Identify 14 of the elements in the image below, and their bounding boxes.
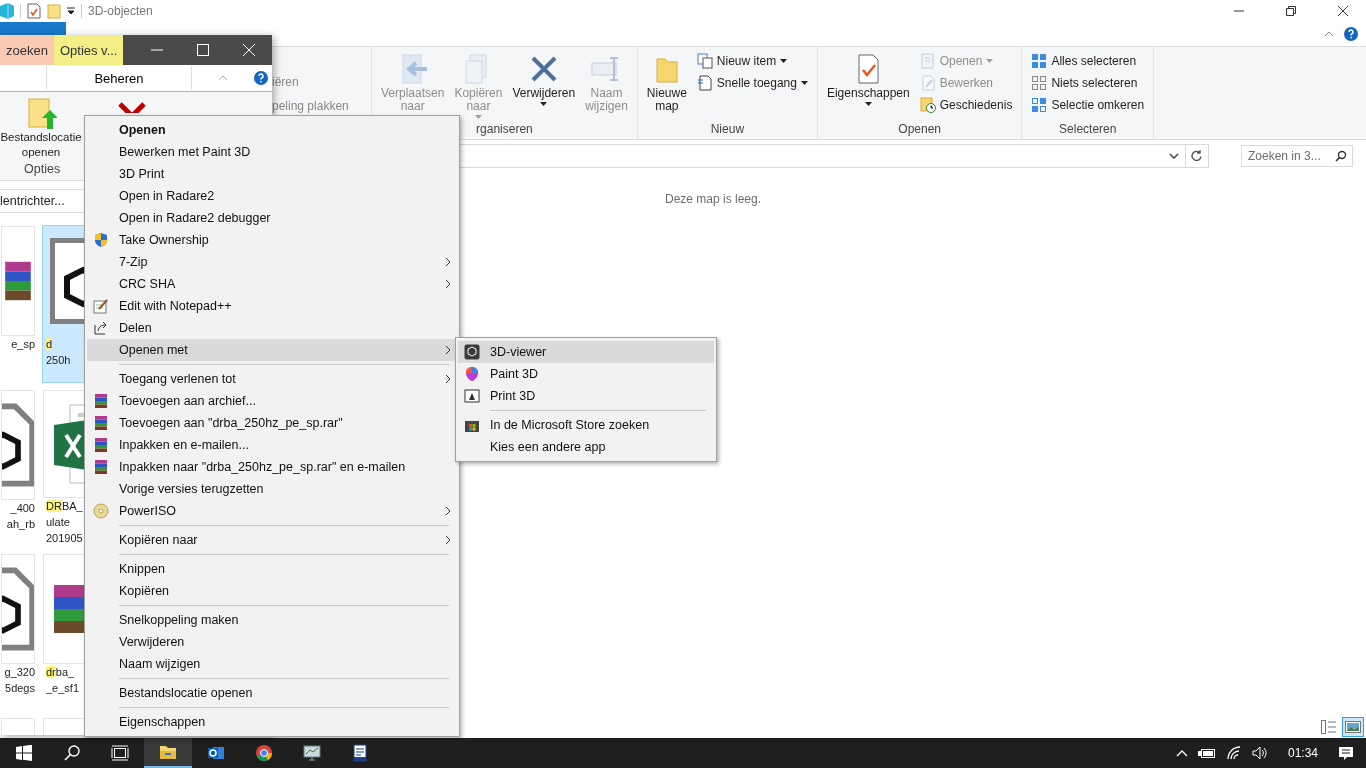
file-name: 5degs: [4, 681, 35, 696]
file-name: e_sp: [10, 337, 35, 352]
file-name: ulate: [45, 515, 71, 530]
group-label: Selecteren: [1058, 122, 1118, 138]
file-name: 250h: [45, 353, 72, 368]
group-label: rganiseren: [475, 122, 534, 138]
group-label: Opties: [24, 162, 61, 176]
window-title: 3D-objecten: [88, 4, 153, 18]
file-name: ah_rb: [5, 517, 35, 532]
group-label: Openen: [897, 122, 942, 138]
file-name: g_320: [3, 665, 35, 680]
empty-folder-message: Deze map is leeg.: [664, 192, 761, 208]
group-label: Nieuw: [709, 122, 746, 138]
file-name: _400: [9, 501, 35, 516]
